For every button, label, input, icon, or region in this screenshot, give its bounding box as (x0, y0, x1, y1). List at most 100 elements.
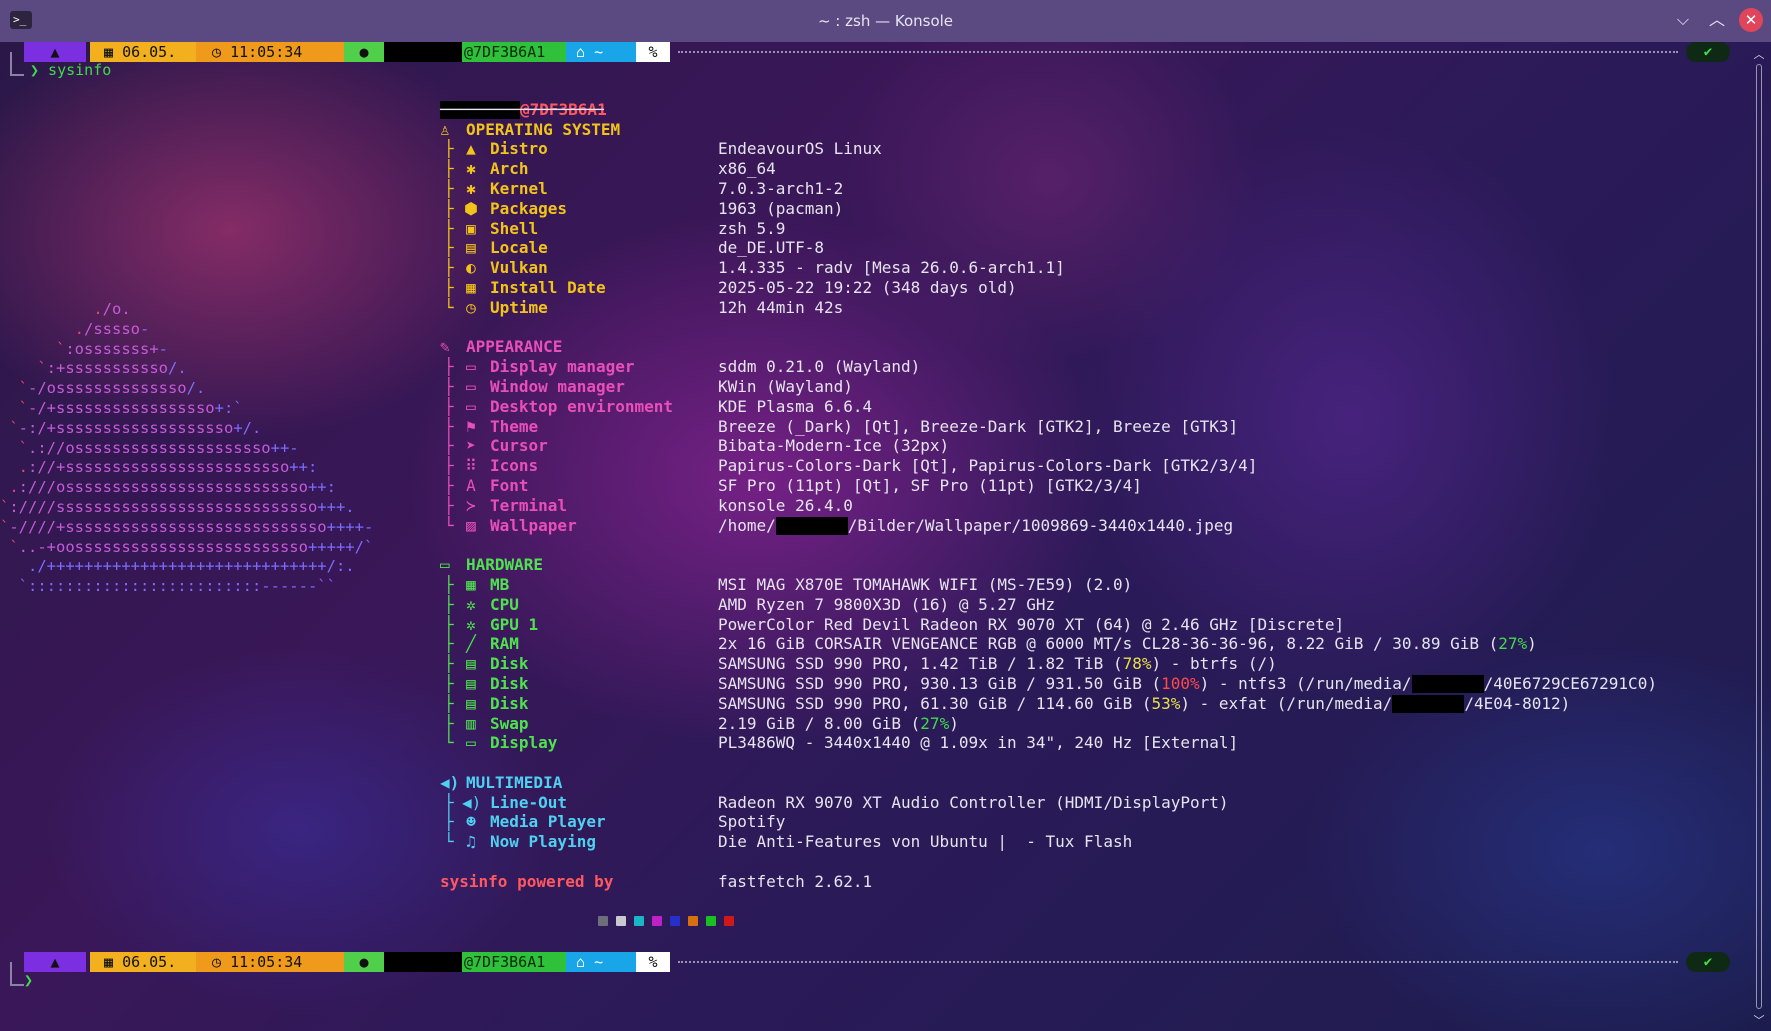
info-row-os: ├ ✱ Kernel 7.0.3-arch1-2 (440, 178, 843, 199)
command-line[interactable]: ❯ sysinfo (30, 60, 111, 80)
tree-branch: ├ (444, 693, 454, 713)
separator-line: ───────────────── (440, 99, 604, 119)
tree-branch: ├ (444, 277, 454, 297)
scroll-up-icon[interactable]: ︿ (1753, 46, 1765, 61)
prompt-dir: ⌂ ~ (566, 952, 636, 972)
info-label: MB (490, 574, 510, 594)
info-label: CPU (490, 594, 519, 614)
os-item-icon: ✱ (466, 178, 476, 198)
logo-line: `:::::::::::::::::::::::::------`` (0, 577, 373, 597)
scrollbar[interactable]: ︿ ﹀ (1753, 46, 1765, 1027)
os-item-icon: ✱ (466, 159, 476, 179)
command-input[interactable]: ❯ (24, 970, 33, 990)
date-text: 06.05. (122, 953, 177, 971)
logo-segment: ` (0, 438, 28, 457)
info-row-os: ├ ✱ Arch x86_64 (440, 159, 776, 179)
value-part: /4E04-8012) (1464, 693, 1571, 713)
prompt-filler (678, 51, 1678, 53)
info-label: Locale (490, 238, 548, 258)
user-icon: ● (344, 952, 384, 972)
title-bar[interactable]: >_ ~ : zsh — Konsole ⌵ ︿ ✕ (0, 0, 1771, 42)
info-label: Terminal (490, 495, 568, 515)
info-row-appearance: ├ ⚑ Theme Breeze (_Dark) [Qt], Breeze-Dark … (440, 416, 1238, 437)
multimedia-item-icon: ☻ (466, 812, 476, 832)
info-value: Die Anti-Features von Ubuntu | - Tux Fla… (718, 832, 1133, 852)
info-row-hardware: ├ ✲ CPU AMD Ryzen 7 9800X3D (16) @ 5.27 GHz (440, 594, 1055, 615)
terminal-app-icon[interactable]: >_ (10, 11, 32, 29)
logo-segment: - (140, 319, 150, 338)
logo-line: `-/ossssssssssssso/. (0, 379, 373, 399)
info-row-hardware: ├ ▥ Swap 2.19 GiB / 8.00 GiB (27%) (440, 714, 959, 734)
prompt-filler (678, 961, 1678, 963)
tree-branch: ├ (444, 416, 454, 436)
value-part: 2x 16 GiB CORSAIR VENGEANCE RGB @ 6000 M… (718, 634, 1499, 654)
section-header-multimedia: ◀) MULTIMEDIA (440, 772, 562, 793)
info-label: Arch (490, 159, 529, 179)
calendar-icon: ▦ (104, 43, 114, 61)
tree-branch: └ (444, 515, 454, 535)
prompt-date: ▦ 06.05. (90, 42, 196, 62)
tree-branch: ├ (444, 178, 454, 198)
palette-swatch (634, 916, 644, 926)
tree-branch: ├ (444, 218, 454, 238)
hardware-item-icon: ✲ (466, 614, 476, 634)
info-value: 1.4.335 - radv [Mesa 26.0.6-arch1.1] (718, 258, 1065, 278)
info-value: 2025-05-22 19:22 (348 days old) (718, 277, 1017, 297)
info-label: Uptime (490, 297, 548, 317)
logo-line: ./o. (0, 300, 373, 320)
hardware-item-icon: ▤ (466, 693, 476, 713)
tree-branch: ├ (444, 198, 454, 218)
value-part: ) (1527, 634, 1537, 654)
scroll-down-icon[interactable]: ﹀ (1753, 1012, 1765, 1027)
value-part: ) - btrfs (/) (1151, 654, 1277, 674)
minimize-icon[interactable]: ⌵ (1671, 8, 1695, 32)
logo-segment: `:::::::::::::::::::::::::------`` (0, 577, 336, 596)
info-label: Window manager (490, 376, 625, 396)
maximize-icon[interactable]: ︿ (1705, 8, 1729, 32)
section-icon: ◀) (440, 772, 460, 792)
tree-branch: ├ (444, 238, 454, 258)
calendar-icon: ▦ (104, 953, 114, 971)
color-palette (598, 916, 734, 926)
info-row-appearance: ├ ≻ Terminal konsole 26.4.0 (440, 496, 853, 516)
palette-swatch (670, 916, 680, 926)
tree-branch: └ (444, 733, 454, 753)
info-value: Radeon RX 9070 XT Audio Controller (HDMI… (718, 792, 1229, 812)
logo-segment: /. (186, 379, 206, 398)
tree-branch: ├ (444, 594, 454, 614)
usage-percent: 27% (1498, 634, 1528, 654)
scroll-track[interactable] (1756, 64, 1762, 1009)
info-label: RAM (490, 634, 519, 654)
info-label: Vulkan (490, 258, 548, 278)
logo-segment: .://osssssssssssssssssssso (28, 438, 271, 457)
redacted-username (775, 517, 848, 536)
separator: ───────────────── (440, 100, 604, 120)
info-value: SAMSUNG SSD 990 PRO, 61.30 GiB / 114.60 … (718, 694, 1570, 714)
logo-segment: /o. (102, 300, 131, 318)
logo-segment: ` (0, 359, 47, 378)
logo-segment: -////+ssssssssssssssssssssssssssso (9, 517, 327, 536)
appearance-item-icon: ▭ (466, 376, 476, 396)
value-part: SAMSUNG SSD 990 PRO, 930.13 GiB / 931.50… (718, 673, 1162, 693)
info-value: zsh 5.9 (718, 218, 786, 238)
info-value: Bibata-Modern-Ice (32px) (718, 436, 950, 456)
value-part: SAMSUNG SSD 990 PRO, 1.42 TiB / 1.82 TiB… (718, 654, 1123, 674)
info-row-appearance: ├ ▭ Desktop environment KDE Plasma 6.6.4 (440, 396, 872, 417)
logo-segment: ` (0, 537, 19, 556)
appearance-item-icon: ▭ (466, 396, 476, 416)
logo-line: ./sssso- (0, 320, 373, 340)
os-item-icon: ◐ (466, 258, 476, 278)
logo-segment: ` (0, 398, 28, 417)
close-icon[interactable]: ✕ (1739, 8, 1763, 32)
appearance-item-icon: ▭ (466, 357, 476, 377)
appearance-item-icon: ▨ (466, 515, 476, 535)
logo-segment: -:/+sssssssssssssssssso (18, 418, 234, 437)
check-icon: ✔ (1686, 952, 1730, 972)
palette-swatch (724, 916, 734, 926)
section-title: APPEARANCE (466, 337, 563, 357)
info-value: KDE Plasma 6.6.4 (718, 396, 873, 416)
value-part: ) - ntfs3 (/run/media/ (1199, 673, 1412, 693)
tree-branch: ├ (444, 436, 454, 456)
info-label: Display manager (490, 357, 635, 377)
